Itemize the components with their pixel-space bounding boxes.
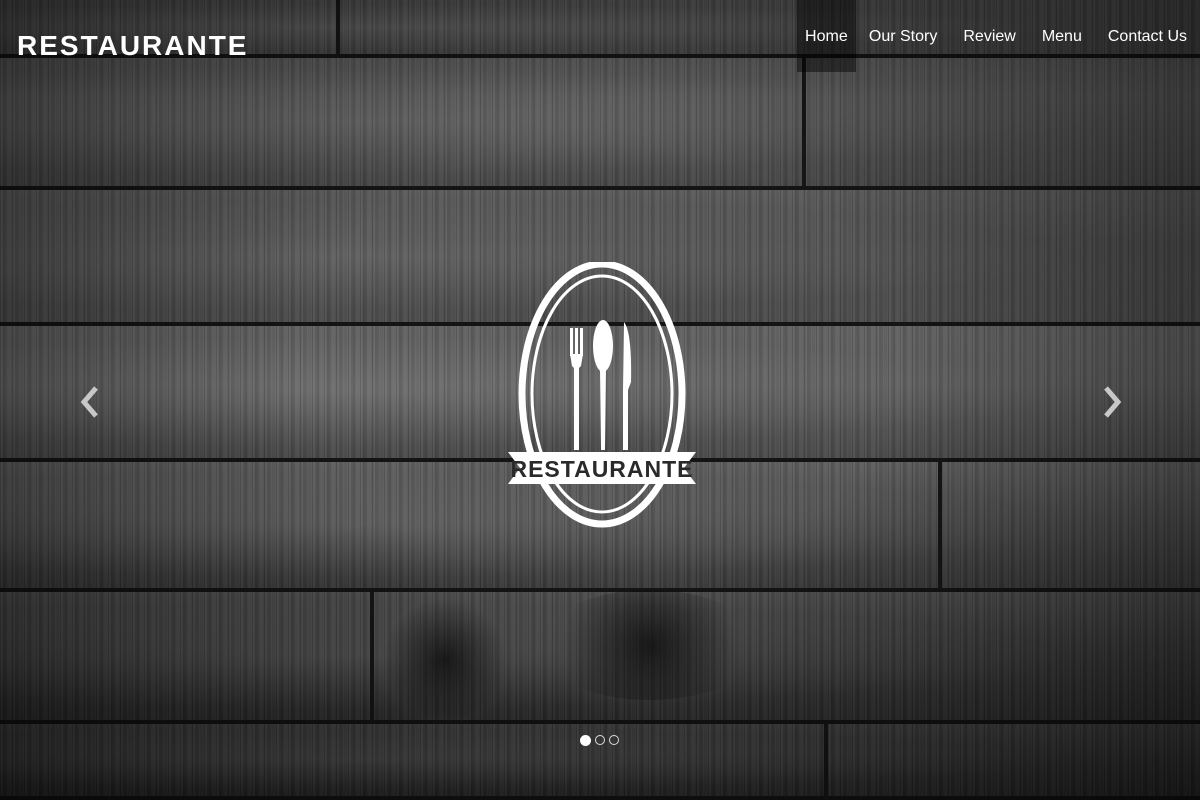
- nav-item-menu[interactable]: Menu: [1029, 0, 1095, 72]
- emblem-ribbon-text: RESTAURANTE: [510, 456, 693, 482]
- emblem-graphic: RESTAURANTE: [508, 260, 696, 528]
- nav-item-home[interactable]: Home: [796, 0, 856, 72]
- knife-icon: [623, 322, 632, 450]
- site-logo[interactable]: RESTAURANTE: [17, 30, 248, 62]
- spoon-icon: [593, 320, 613, 450]
- chevron-left-icon: [80, 386, 98, 418]
- nav-item-contact-us[interactable]: Contact Us: [1095, 0, 1200, 72]
- nav-item-review[interactable]: Review: [950, 0, 1028, 72]
- restaurant-emblem: RESTAURANTE: [504, 260, 700, 537]
- carousel-prev-button[interactable]: [78, 380, 102, 424]
- carousel-dot-3[interactable]: [609, 735, 619, 745]
- carousel-indicators: [580, 735, 619, 746]
- main-nav: Home Our Story Review Menu Contact Us: [796, 0, 1200, 72]
- nav-item-our-story[interactable]: Our Story: [856, 0, 950, 72]
- carousel-next-button[interactable]: [1100, 380, 1124, 424]
- fork-icon: [570, 328, 583, 450]
- chevron-right-icon: [1104, 386, 1122, 418]
- carousel-dot-1[interactable]: [580, 735, 591, 746]
- carousel-dot-2[interactable]: [595, 735, 605, 745]
